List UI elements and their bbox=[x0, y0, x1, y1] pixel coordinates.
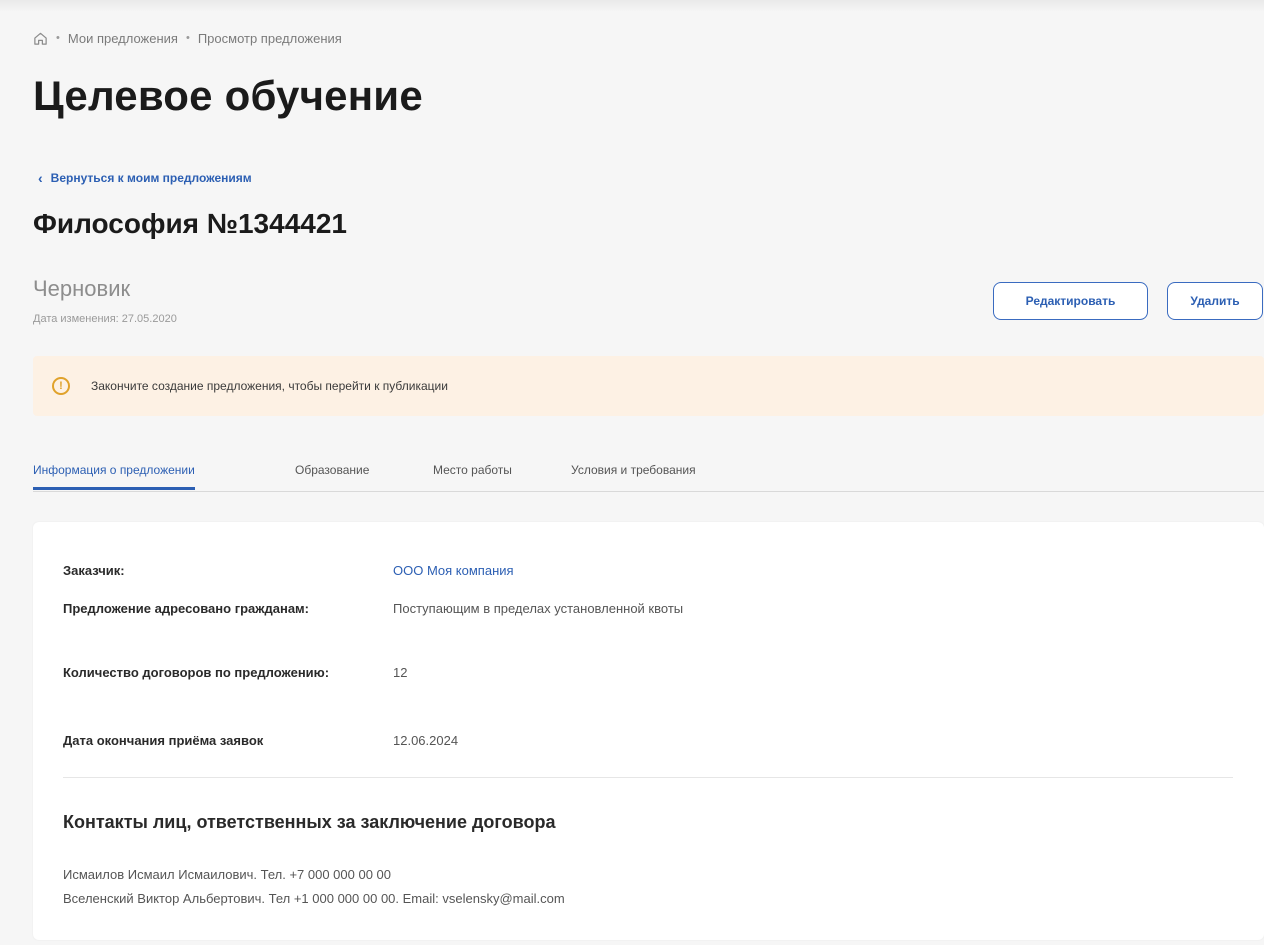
page-title: Целевое обучение bbox=[33, 72, 423, 119]
breadcrumb-my-offers[interactable]: Мои предложения bbox=[68, 31, 178, 46]
modified-date: Дата изменения: 27.05.2020 bbox=[33, 313, 177, 325]
contracts-count-label: Количество договоров по предложению: bbox=[63, 665, 330, 680]
tab-conditions[interactable]: Условия и требования bbox=[571, 463, 696, 490]
contracts-count-value: 12 bbox=[393, 665, 408, 680]
edit-button[interactable]: Редактировать bbox=[993, 282, 1148, 320]
tab-education[interactable]: Образование bbox=[295, 463, 369, 490]
deadline-label: Дата окончания приёма заявок bbox=[63, 733, 264, 748]
home-icon[interactable] bbox=[33, 31, 48, 46]
addressed-to-value: Поступающим в пределах установленной кво… bbox=[393, 601, 684, 616]
status-label: Черновик bbox=[33, 276, 131, 301]
divider bbox=[63, 777, 1233, 778]
breadcrumb-view-offer[interactable]: Просмотр предложения bbox=[198, 31, 342, 46]
draft-alert: ! Закончите создание предложения, чтобы … bbox=[33, 356, 1264, 416]
warning-icon: ! bbox=[52, 377, 70, 395]
delete-button[interactable]: Удалить bbox=[1167, 282, 1263, 320]
contact-item: Исмаилов Исмаил Исмаилович. Тел. +7 000 … bbox=[63, 867, 392, 882]
breadcrumb-separator: • bbox=[185, 32, 190, 44]
tab-bar: Информация о предложении Образование Мес… bbox=[33, 458, 1264, 492]
breadcrumb: • Мои предложения • Просмотр предложения bbox=[33, 29, 342, 47]
back-link[interactable]: ‹ Вернуться к моим предложениям bbox=[38, 170, 252, 186]
tab-workplace[interactable]: Место работы bbox=[433, 463, 512, 490]
customer-label: Заказчик: bbox=[63, 563, 125, 578]
alert-text: Закончите создание предложения, чтобы пе… bbox=[91, 379, 448, 393]
top-shadow-bar bbox=[0, 0, 1264, 12]
offer-info-card: Заказчик: ООО Моя компания Предложение а… bbox=[33, 522, 1264, 940]
addressed-to-label: Предложение адресовано гражданам: bbox=[63, 601, 310, 616]
contacts-title: Контакты лиц, ответственных за заключени… bbox=[63, 812, 556, 832]
tab-offer-info[interactable]: Информация о предложении bbox=[33, 463, 195, 490]
offer-title: Философия №1344421 bbox=[33, 208, 347, 239]
deadline-value: 12.06.2024 bbox=[393, 733, 459, 748]
breadcrumb-separator: • bbox=[56, 32, 60, 44]
chevron-left-icon: ‹ bbox=[38, 170, 43, 186]
contact-item: Вселенский Виктор Альбертович. Тел +1 00… bbox=[63, 891, 565, 906]
customer-link[interactable]: ООО Моя компания bbox=[393, 560, 793, 582]
back-link-label: Вернуться к моим предложениям bbox=[50, 171, 252, 185]
